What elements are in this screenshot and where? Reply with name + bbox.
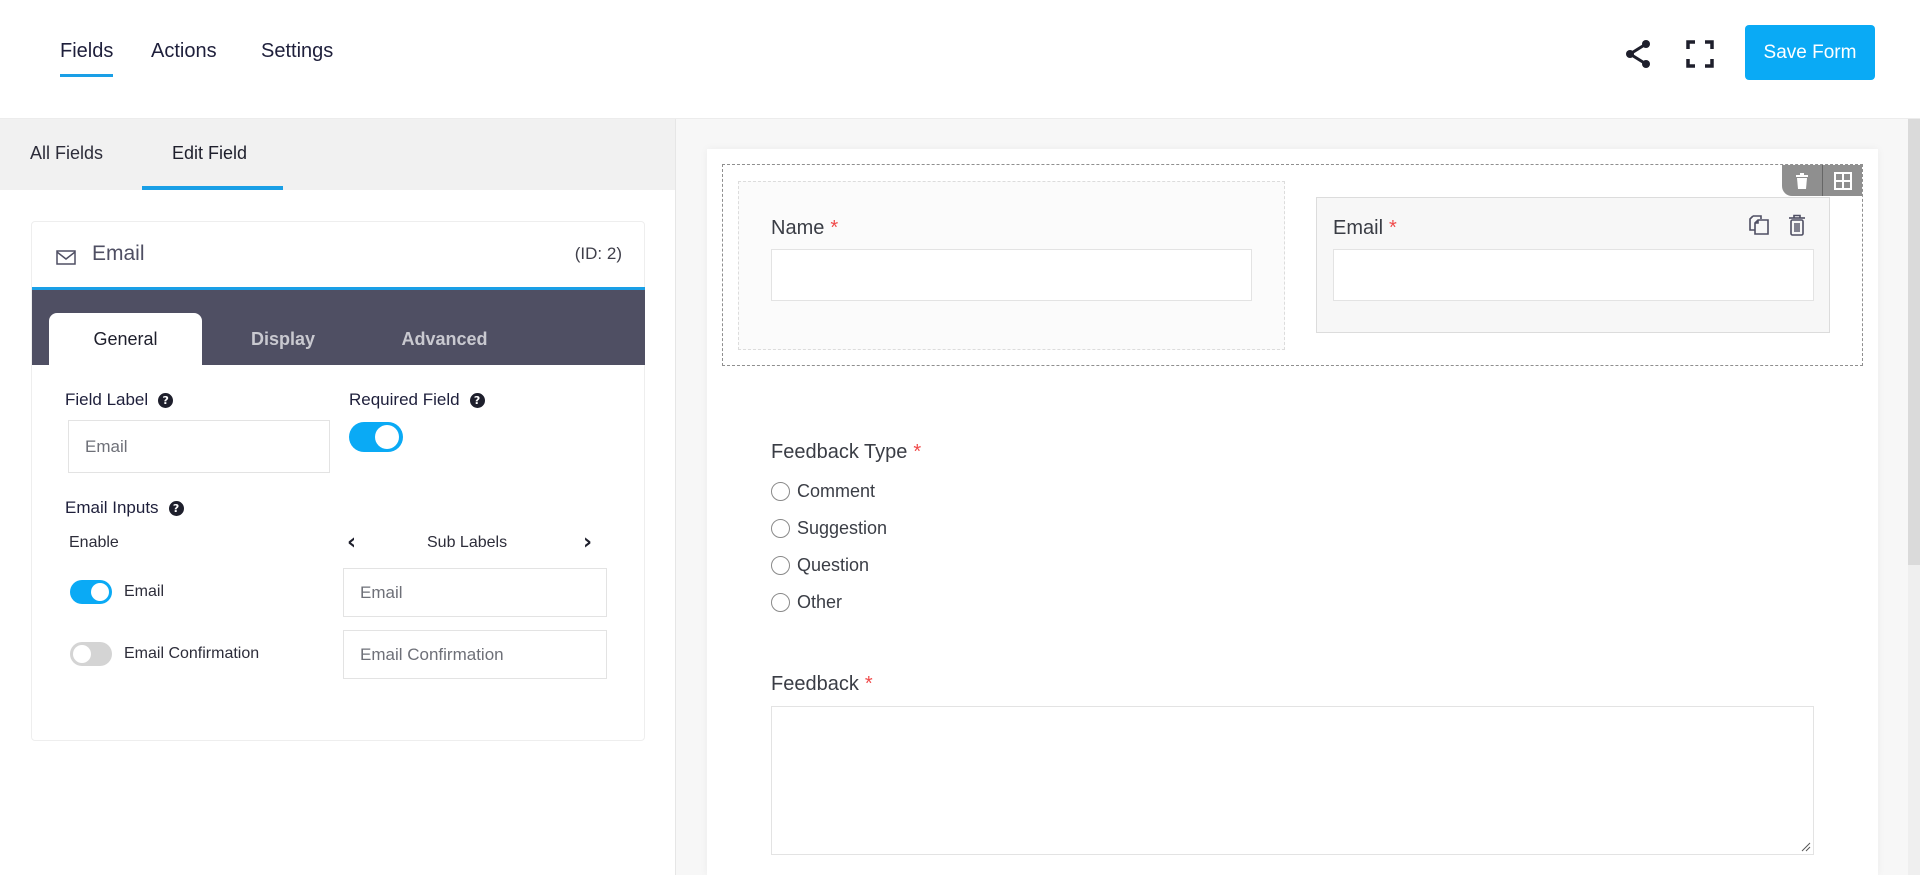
tab-general[interactable]: General [49,313,202,365]
radio-option-suggestion[interactable]: Suggestion [771,518,887,539]
fullscreen-button[interactable] [1685,38,1715,70]
name-input[interactable] [771,249,1252,301]
email-enable-toggle[interactable] [70,580,112,604]
tab-edit-field[interactable]: Edit Field [172,143,247,164]
tab-display[interactable]: Display [228,313,338,365]
feedback-type-label-text: Feedback Type [771,441,908,463]
required-asterisk: * [913,441,922,463]
sublabels-prev-arrow[interactable]: ‹ [347,530,356,555]
active-tab-indicator [142,186,283,190]
name-label-text: Name [771,217,825,239]
email-input-name: Email [124,583,165,600]
email-confirmation-input-name: Email Confirmation [124,645,260,662]
field-id: (ID: 2) [574,244,622,263]
panel-tab-bar: All Fields Edit Field [0,119,675,190]
envelope-icon [56,250,76,265]
nav-tab-actions[interactable]: Actions [151,40,217,63]
settings-tabs: General Display Advanced [32,290,645,365]
email-label-text: Email [1333,217,1384,239]
email-sublabel-input[interactable]: Email [343,568,607,617]
radio-option-comment[interactable]: Comment [771,481,875,502]
email-field-label: Email * [1333,217,1397,240]
radio-button[interactable] [771,593,790,612]
radio-button[interactable] [771,556,790,575]
sublabels-next-arrow[interactable]: › [583,530,592,555]
name-field-label: Name * [771,217,838,240]
help-icon[interactable]: ? [469,392,485,408]
required-field-heading: Required Field ? [349,390,485,410]
share-icon [1626,40,1650,68]
enable-column-header: Enable [69,534,119,551]
scrollbar-thumb[interactable] [1908,119,1920,565]
feedback-type-label: Feedback Type * [771,441,921,464]
email-input[interactable] [1333,249,1814,301]
share-button[interactable] [1623,38,1653,70]
field-label-input[interactable]: Email [68,420,330,473]
field-label-heading: Field Label ? [65,390,174,410]
field-label-text: Field Label [65,390,149,409]
row-delete-button[interactable] [1782,165,1822,196]
required-asterisk: * [830,217,839,239]
row-toolbar [1782,165,1862,196]
required-asterisk: * [864,673,873,695]
email-confirmation-sublabel-input[interactable]: Email Confirmation [343,630,607,679]
feedback-label: Feedback * [771,673,873,696]
email-inputs-heading: Email Inputs ? [65,498,184,518]
field-settings-card: Email (ID: 2) General Display Advanced F… [31,221,645,741]
required-field-toggle[interactable] [349,422,403,452]
columns-grid-icon [1833,171,1852,190]
resize-handle-icon[interactable] [1801,842,1811,852]
tab-all-fields[interactable]: All Fields [30,143,103,164]
top-header: Fields Actions Settings Save Form [0,0,1920,119]
row-columns-button[interactable] [1822,165,1862,196]
save-form-button[interactable]: Save Form [1745,25,1875,80]
trash-icon [1796,172,1808,189]
help-icon[interactable]: ? [158,392,174,408]
email-inputs-text: Email Inputs [65,498,159,517]
radio-option-label: Comment [797,481,876,501]
radio-option-label: Question [797,555,870,575]
help-icon[interactable]: ? [168,500,184,516]
sublabels-column-header: Sub Labels [427,534,508,551]
radio-option-question[interactable]: Question [771,555,869,576]
feedback-label-text: Feedback [771,673,859,695]
radio-button[interactable] [771,519,790,538]
duplicate-icon [1749,215,1769,235]
fullscreen-icon [1686,40,1714,68]
tab-advanced[interactable]: Advanced [382,313,507,365]
left-panel: All Fields Edit Field Email (ID: 2) Gene… [0,119,676,875]
duplicate-field-button[interactable] [1748,214,1770,240]
required-field-text: Required Field [349,390,460,409]
feedback-textarea[interactable] [771,706,1814,855]
delete-field-button[interactable] [1787,214,1807,240]
radio-option-label: Suggestion [797,518,888,538]
nav-tab-fields[interactable]: Fields [60,40,114,77]
radio-option-other[interactable]: Other [771,592,842,613]
field-type-title: Email [92,242,145,265]
nav-tab-settings[interactable]: Settings [261,40,333,63]
trash-outline-icon [1789,214,1805,236]
vertical-scrollbar[interactable] [1908,119,1920,875]
card-header: Email (ID: 2) [32,222,644,287]
required-asterisk: * [1389,217,1397,239]
email-confirmation-enable-toggle[interactable] [70,642,112,666]
radio-button[interactable] [771,482,790,501]
radio-option-label: Other [797,592,843,612]
